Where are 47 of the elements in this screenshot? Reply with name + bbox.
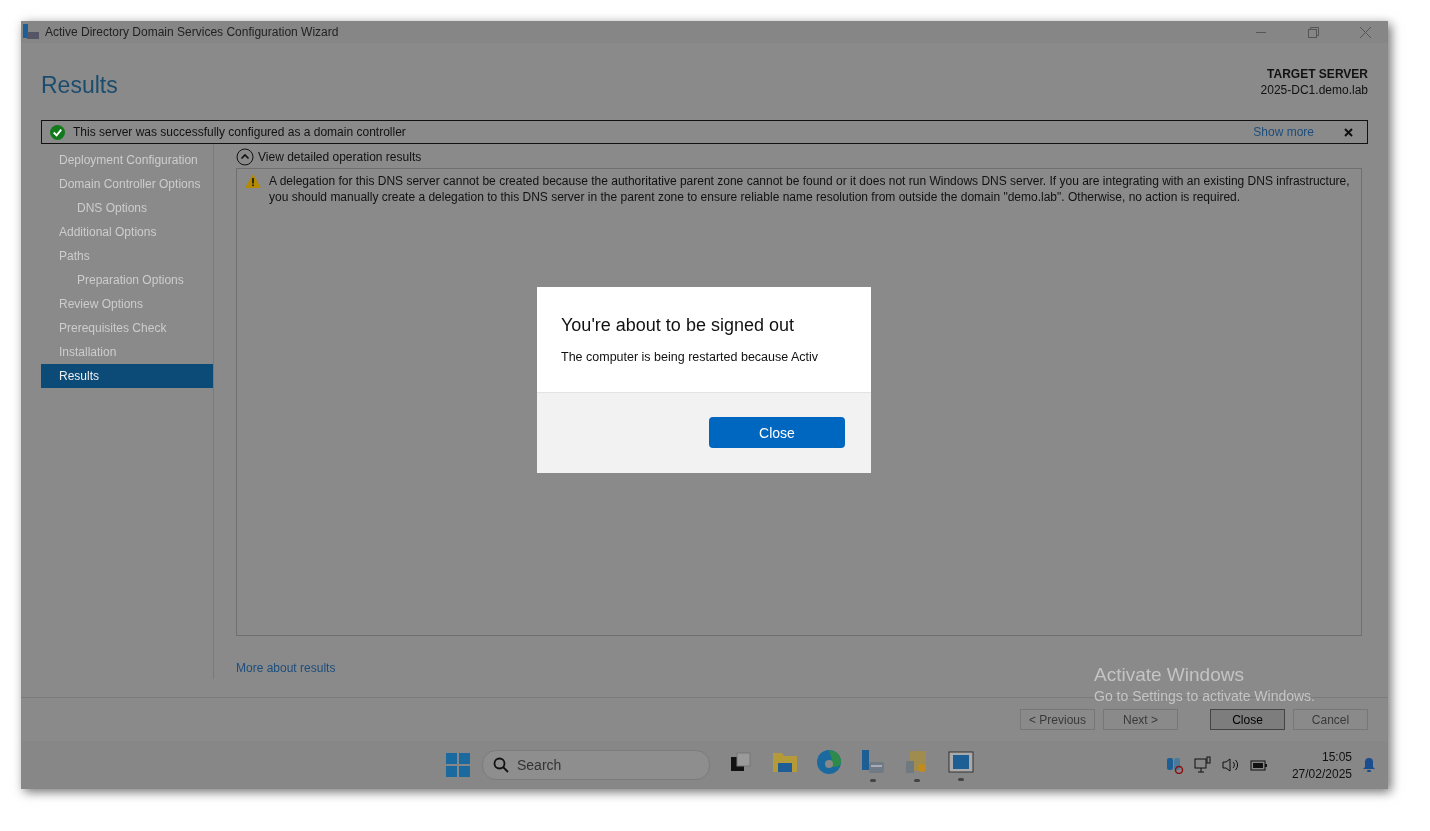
dialog-title: You're about to be signed out (561, 315, 795, 336)
wizard-step[interactable]: Prerequisites Check (41, 316, 213, 340)
clock-time: 15:05 (1321, 749, 1352, 764)
target-server-label: TARGET SERVER (1267, 67, 1368, 81)
app-icon (23, 24, 39, 40)
wizard-step[interactable]: Domain Controller Options (41, 172, 213, 196)
activation-subtitle: Go to Settings to activate Windows. (1094, 688, 1315, 704)
wizard-step[interactable]: Paths (41, 244, 213, 268)
wizard-step[interactable]: Additional Options (41, 220, 213, 244)
more-about-results-link[interactable]: More about results (236, 661, 336, 675)
restore-icon[interactable] (1307, 26, 1319, 38)
dialog-message: The computer is being restarted because Activ (561, 350, 820, 364)
wizard-step[interactable]: DNS Options (41, 196, 213, 220)
wizard-step[interactable]: Review Options (41, 292, 213, 316)
collapse-icon[interactable] (236, 148, 254, 166)
search-icon (493, 757, 509, 773)
browser-icon[interactable] (816, 748, 842, 775)
dismiss-icon[interactable] (1344, 127, 1353, 137)
taskbar-search-field[interactable]: Search (482, 750, 710, 780)
wizard-step[interactable]: Preparation Options (41, 268, 213, 292)
success-icon (50, 124, 65, 140)
window-icon[interactable] (948, 749, 974, 774)
wizard-step[interactable]: Installation (41, 340, 213, 364)
tray-app-icon[interactable] (1165, 756, 1184, 774)
wizard-button[interactable]: Close (1210, 709, 1285, 730)
network-icon[interactable] (1193, 756, 1212, 774)
warning-icon (245, 174, 261, 188)
target-server-name: 2025-DC1.demo.lab (1260, 83, 1368, 97)
show-more-link[interactable]: Show more (1253, 125, 1314, 139)
wizard-step[interactable]: Results (41, 364, 213, 388)
wizard-step[interactable]: Deployment Configuration (41, 148, 213, 172)
activation-title: Activate Windows (1094, 664, 1245, 686)
battery-icon[interactable] (1249, 758, 1268, 772)
close-icon[interactable] (1359, 26, 1371, 38)
minimize-icon[interactable] (1256, 31, 1266, 33)
task-view-icon[interactable] (729, 749, 753, 774)
volume-icon[interactable] (1221, 757, 1240, 773)
details-toggle-label: View detailed operation results (258, 150, 422, 164)
window-title: Active Directory Domain Services Configuration Wizard (45, 25, 340, 39)
banner-message: This server was successfully configured as a domain controller (73, 125, 407, 139)
start-icon[interactable] (446, 753, 470, 777)
notification-bell-icon[interactable] (1362, 757, 1376, 773)
result-message: A delegation for this DNS server cannot be created because the authoritative parent zone cannot be found or it does not run Windows DNS server. If you are integrating with an existing DNS infrastructure, you should manually create a delegation to this DNS server in the parent zone to ensure reliable name resolution from outside the domain "demo.lab". Otherwise, no action is required. (269, 173, 1351, 205)
server-manager-icon[interactable] (860, 748, 886, 775)
dialog-close-button[interactable]: Close (709, 417, 845, 448)
clock-date: 27/02/2025 (1291, 766, 1352, 781)
page-title: Results (41, 72, 118, 99)
